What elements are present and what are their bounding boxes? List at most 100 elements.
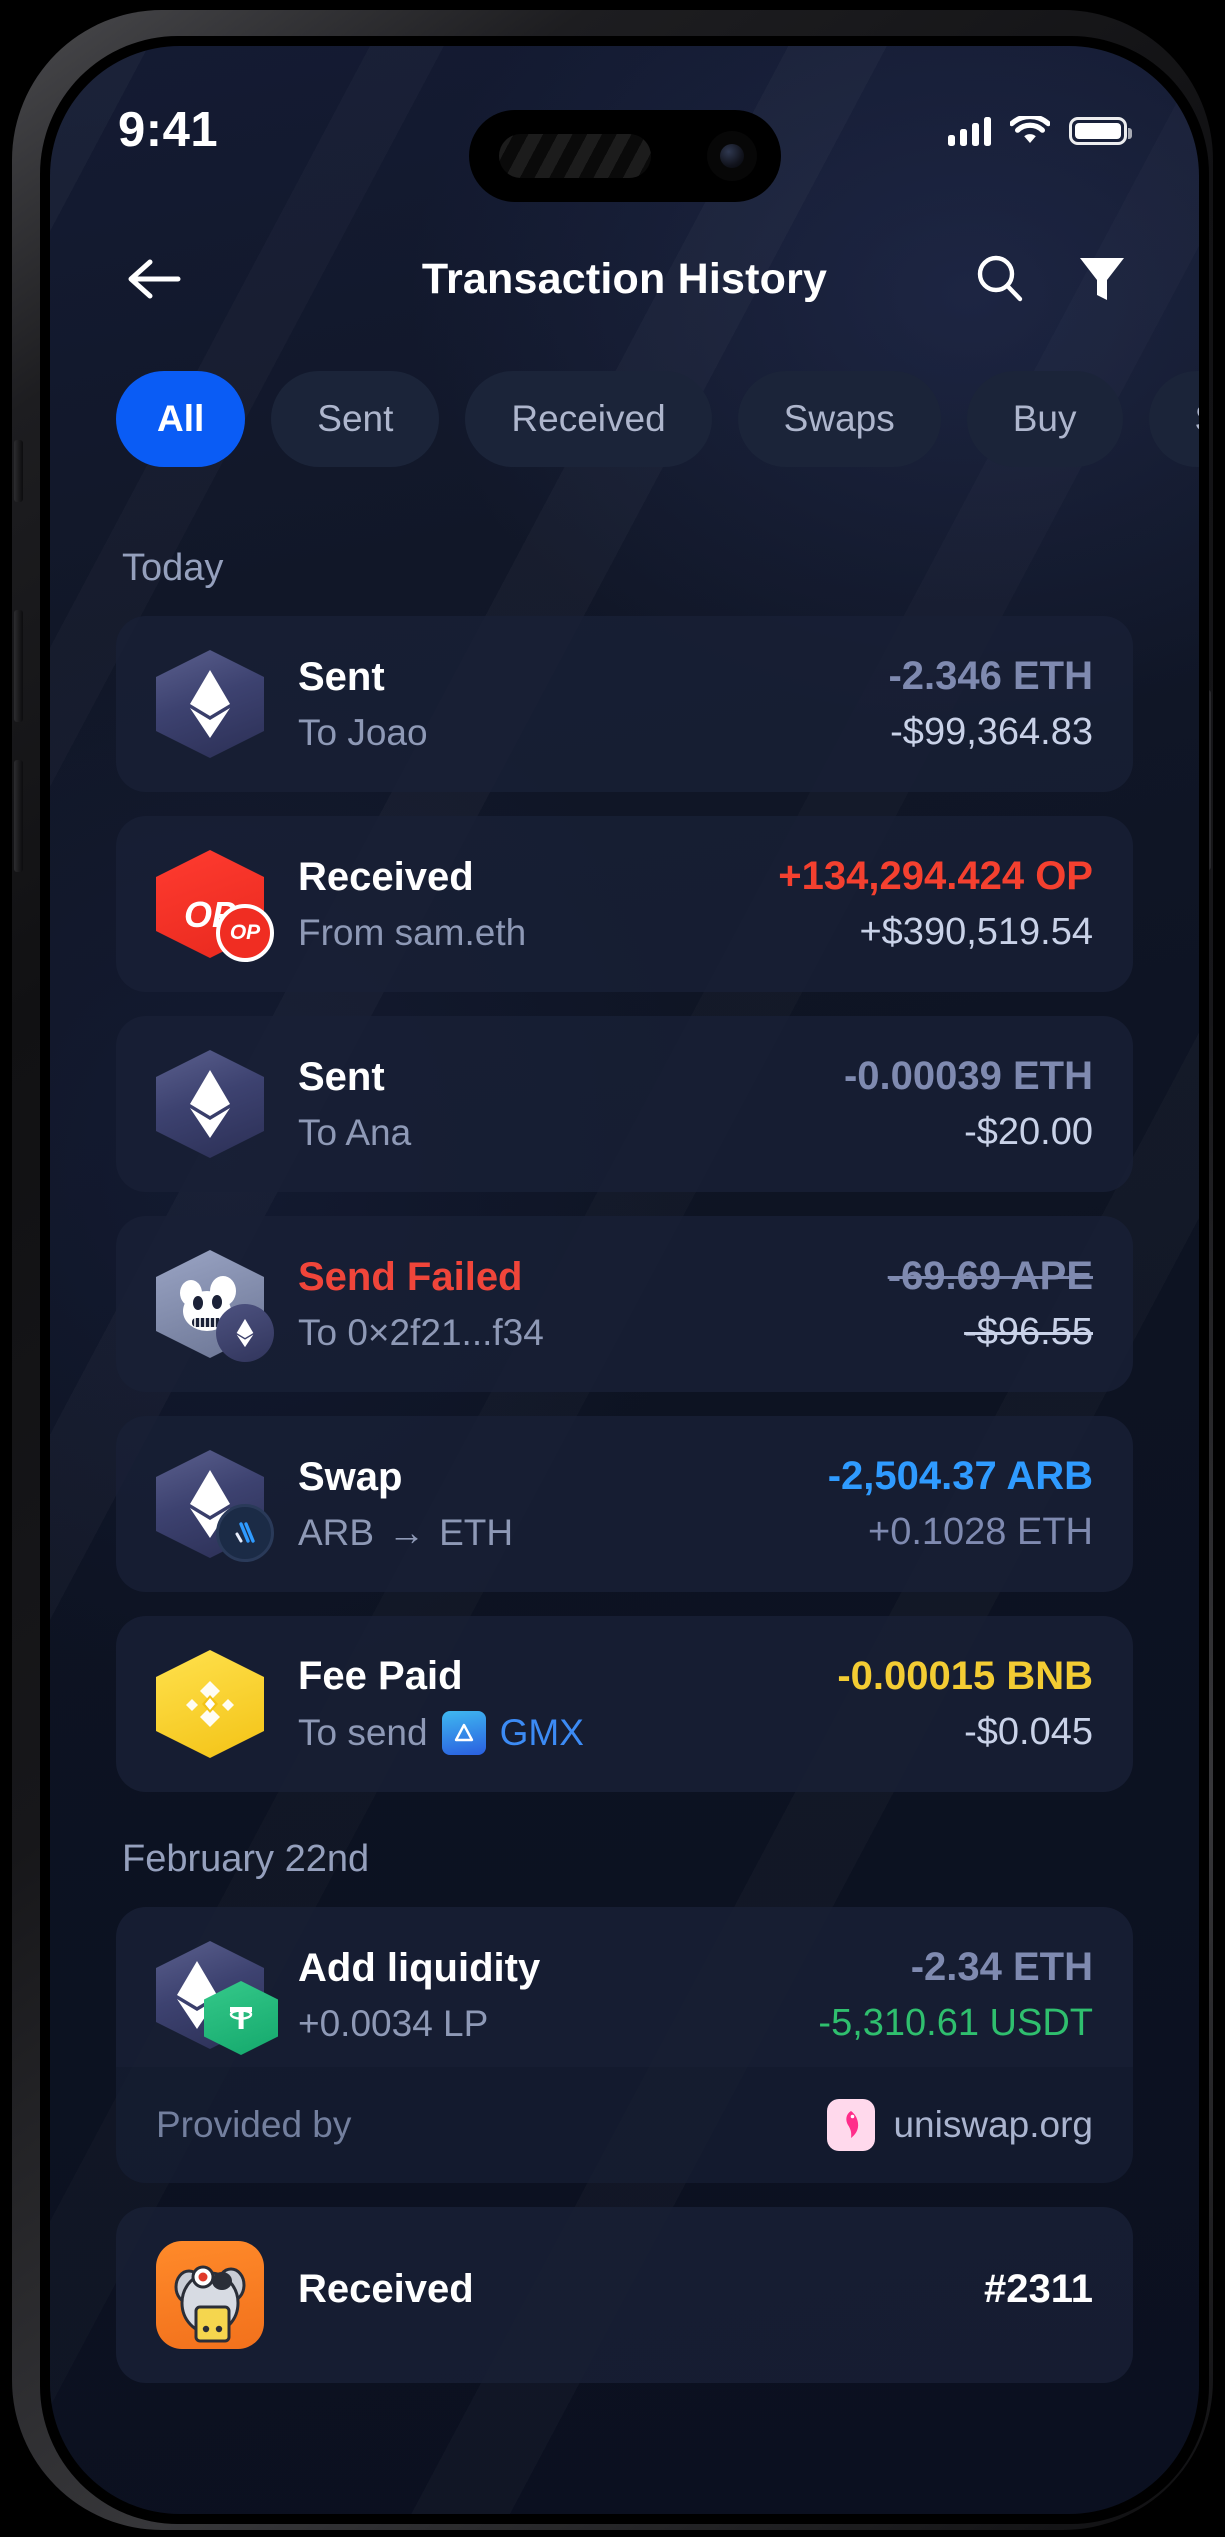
token-icon-wrap <box>156 1450 274 1562</box>
filter-tab-sent[interactable]: Sent <box>271 371 440 467</box>
gmx-icon <box>441 1710 486 1755</box>
transaction-row[interactable]: Received #2311 <box>116 2207 1133 2383</box>
transaction-amounts: -69.69 APE -$96.55 <box>888 1254 1093 1354</box>
transaction-amount: -2.346 ETH <box>888 654 1093 698</box>
transaction-amount: +134,294.424 OP <box>778 854 1093 898</box>
back-button[interactable] <box>116 241 192 317</box>
transaction-amounts: -0.00015 BNB -$0.045 <box>837 1654 1093 1754</box>
transaction-row[interactable]: Add liquidity +0.0034 LP -2.34 ETH -5,31… <box>116 1907 1133 2067</box>
transaction-amount: -0.00015 BNB <box>837 1654 1093 1698</box>
transaction-info: Sent To Ana <box>298 1055 810 1154</box>
search-icon <box>977 255 1023 302</box>
transaction-subtitle: To Joao <box>298 711 428 753</box>
transaction-amounts: #2311 <box>984 2267 1093 2324</box>
transaction-amounts: -2,504.37 ARB +0.1028 ETH <box>828 1454 1093 1554</box>
transaction-title: Received <box>298 854 474 899</box>
uniswap-icon <box>827 2099 876 2151</box>
filter-tab-label: All <box>157 398 205 439</box>
filter-tab-buy[interactable]: Buy <box>966 371 1123 467</box>
ethereum-badge-icon <box>216 1304 274 1362</box>
token-icon-wrap: OP OP <box>156 850 274 962</box>
transaction-row[interactable]: Send Failed To 0×2f21...f34 -69.69 APE -… <box>116 1216 1133 1392</box>
fee-token-label[interactable]: GMX <box>500 1712 584 1754</box>
transaction-fiat: +$390,519.54 <box>859 911 1093 953</box>
filter-tab-label: Buy <box>1012 398 1077 439</box>
transaction-subtitle: To send GMX <box>298 1710 803 1755</box>
provider-link-label: uniswap.org <box>893 2104 1093 2145</box>
transaction-fiat: -$0.045 <box>964 1711 1093 1753</box>
mute-switch[interactable] <box>14 440 23 502</box>
transaction-info: Send Failed To 0×2f21...f34 <box>298 1255 854 1354</box>
transaction-title: Sent <box>298 1054 385 1099</box>
nav-actions <box>969 248 1133 310</box>
transaction-subtitle: ARB → ETH <box>298 1512 794 1554</box>
filter-tab-label: Sent <box>317 398 394 439</box>
transaction-subtitle: From sam.eth <box>298 911 527 953</box>
token-icon-wrap <box>156 1250 274 1362</box>
filter-tab-sell[interactable]: Se <box>1148 371 1200 467</box>
transaction-amounts: +134,294.424 OP +$390,519.54 <box>778 854 1093 954</box>
transaction-fiat: -$99,364.83 <box>890 711 1093 753</box>
transaction-row[interactable]: Sent To Joao -2.346 ETH -$99,364.83 <box>116 616 1133 792</box>
filter-tab-swaps[interactable]: Swaps <box>737 371 941 467</box>
volume-down-button[interactable] <box>14 760 23 872</box>
nav-header: Transaction History <box>50 224 1199 334</box>
filter-tabs[interactable]: All Sent Received Swaps Buy Se <box>50 371 1199 467</box>
transaction-info: Received <box>298 2267 950 2324</box>
transaction-subtitle: To Ana <box>298 1111 412 1153</box>
phone-screen: 9:41 Transaction History All Sent Receiv… <box>50 46 1199 2514</box>
transaction-fiat: +0.1028 ETH <box>868 1511 1093 1553</box>
transaction-title: Sent <box>298 654 385 699</box>
bnb-icon <box>156 1650 264 1758</box>
transaction-title: Send Failed <box>298 1254 523 1299</box>
provider-link[interactable]: uniswap.org <box>827 2099 1093 2151</box>
transaction-info: Received From sam.eth <box>298 855 744 954</box>
transaction-info: Fee Paid To send GMX <box>298 1654 803 1755</box>
fee-subtitle-prefix: To send <box>298 1711 428 1753</box>
transaction-amounts: -2.34 ETH -5,310.61 USDT <box>818 1945 1093 2045</box>
filter-tab-label: Se <box>1195 398 1200 440</box>
transaction-title: Received <box>298 2266 474 2311</box>
transaction-list[interactable]: Today Sent To Joao -2.346 ETH -$99,364.8… <box>50 501 1199 2514</box>
transaction-amounts: -0.00039 ETH -$20.00 <box>844 1054 1093 1154</box>
volume-up-button[interactable] <box>14 610 23 722</box>
battery-icon <box>1069 117 1132 145</box>
transaction-title: Fee Paid <box>298 1653 463 1698</box>
transaction-row[interactable]: Fee Paid To send GMX -0.00015 BNB -$0.04… <box>116 1616 1133 1792</box>
transaction-row[interactable]: OP OP Received From sam.eth +134,294.424… <box>116 816 1133 992</box>
filter-icon <box>1080 258 1124 300</box>
filter-button[interactable] <box>1071 248 1133 310</box>
section-header-february: February 22nd <box>122 1838 370 1880</box>
nft-avatar-icon <box>156 2241 264 2349</box>
token-icon-wrap <box>156 1941 278 2055</box>
transaction-fiat: -5,310.61 USDT <box>818 2002 1093 2044</box>
phone-frame: 9:41 Transaction History All Sent Receiv… <box>12 10 1213 2530</box>
token-icon-wrap <box>156 650 264 758</box>
optimism-badge-icon: OP <box>216 904 274 962</box>
arrow-left-icon <box>128 259 181 299</box>
transaction-amount: -0.00039 ETH <box>843 1054 1093 1098</box>
transaction-subtitle: +0.0034 LP <box>298 2002 489 2044</box>
filter-tab-all[interactable]: All <box>116 371 246 467</box>
swap-from-token: ARB <box>298 1511 375 1553</box>
transaction-fiat: -$96.55 <box>964 1311 1093 1353</box>
arbitrum-badge-icon <box>216 1504 274 1562</box>
search-button[interactable] <box>969 248 1031 310</box>
transaction-amount: -2.34 ETH <box>910 1945 1093 1989</box>
transaction-title: Add liquidity <box>298 1945 541 1990</box>
token-icon-wrap <box>156 1650 264 1758</box>
transaction-row[interactable]: Swap ARB → ETH -2,504.37 ARB +0.1028 ETH <box>116 1416 1133 1592</box>
wifi-icon <box>1010 116 1050 143</box>
transaction-row[interactable]: Sent To Ana -0.00039 ETH -$20.00 <box>116 1016 1133 1192</box>
dynamic-island <box>468 110 781 202</box>
earpiece-speaker <box>498 134 651 178</box>
transaction-amounts: -2.346 ETH -$99,364.83 <box>888 654 1093 754</box>
ethereum-icon <box>156 1050 264 1158</box>
transaction-title: Swap <box>298 1454 403 1499</box>
transaction-amount: #2311 <box>983 2266 1093 2311</box>
filter-tab-received[interactable]: Received <box>465 371 712 467</box>
transaction-info: Add liquidity +0.0034 LP <box>298 1946 784 2045</box>
transaction-provider-footer: Provided by uniswap.org <box>116 2067 1133 2183</box>
status-icons <box>947 116 1132 146</box>
filter-tab-label: Received <box>511 398 666 439</box>
